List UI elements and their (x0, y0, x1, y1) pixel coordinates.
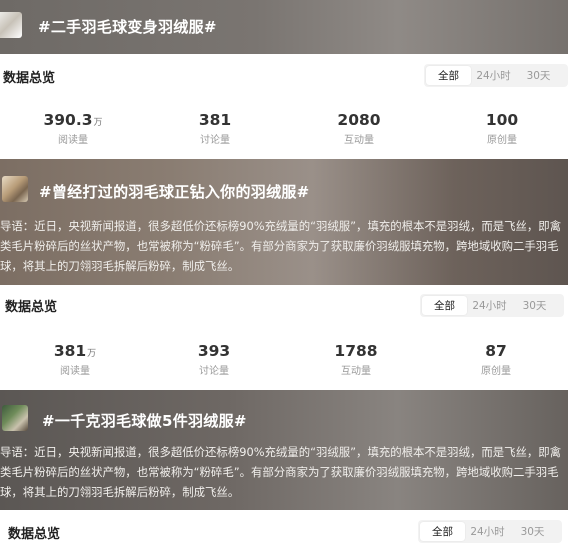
tab-24h[interactable]: 24小时 (465, 522, 510, 541)
topic-2-header: #曾经打过的羽毛球正钻入你的羽绒服# 导语：近日，央视新闻报道，很多超低价还标榜… (0, 159, 568, 285)
stat-value: 87 (485, 342, 507, 360)
topic-title[interactable]: #二手羽毛球变身羽绒服# (38, 16, 217, 37)
topic-thumbnail[interactable] (2, 176, 28, 202)
stat-label: 互动量 (341, 366, 371, 377)
topic-intro: 导语：近日，央视新闻报道，很多超低价还标榜90%充绒量的“羽绒服”，填充的根本不… (0, 442, 561, 502)
stat-originals: 87 原创量 (436, 342, 556, 377)
topic-title[interactable]: #曾经打过的羽毛球正钻入你的羽绒服# (39, 181, 310, 202)
stat-value: 1788 (334, 342, 378, 360)
stat-label: 原创量 (481, 366, 511, 377)
stat-label: 讨论量 (200, 135, 230, 146)
stat-label: 原创量 (487, 135, 517, 146)
stat-unit: 万 (87, 349, 97, 359)
stat-value: 381 (53, 342, 87, 360)
topic-3-header: #一千克羽毛球做5件羽绒服# 导语：近日，央视新闻报道，很多超低价还标榜90%充… (0, 390, 568, 510)
stat-interactions: 1788 互动量 (296, 342, 416, 377)
topic-title[interactable]: #一千克羽毛球做5件羽绒服# (42, 410, 247, 431)
stat-value: 390.3 (43, 111, 93, 129)
intro-line: 球，将其上的刀翎羽毛拆解后粉碎，制成飞丝。 (0, 259, 240, 273)
time-range-tabs: 全部 24小时 30天 (420, 294, 564, 317)
stats-overview-panel: 数据总览 全部 24小时 30天 390.3万 阅读量 381 讨论量 2080… (0, 54, 568, 159)
tab-24h[interactable]: 24小时 (471, 66, 516, 85)
stat-discussions: 393 讨论量 (154, 342, 274, 377)
time-range-tabs: 全部 24小时 30天 (424, 64, 568, 87)
stat-originals: 100 原创量 (442, 111, 562, 146)
intro-line: 导语：近日，央视新闻报道，很多超低价还标榜90%充绒量的“羽绒服”，填充的根本不… (0, 219, 562, 233)
tab-all[interactable]: 全部 (422, 296, 467, 315)
stat-value: 393 (197, 342, 231, 360)
topic-1-header: #二手羽毛球变身羽绒服# (0, 0, 568, 54)
stats-overview-title: 数据总览 (5, 300, 58, 315)
tab-30d[interactable]: 30天 (516, 66, 561, 85)
intro-line: 导语：近日，央视新闻报道，很多超低价还标榜90%充绒量的“羽绒服”，填充的根本不… (0, 445, 562, 459)
stat-reads: 390.3万 阅读量 (13, 111, 133, 146)
stat-unit: 万 (93, 118, 103, 128)
intro-line: 球，将其上的刀翎羽毛拆解后粉碎，制成飞丝。 (0, 485, 240, 499)
stat-interactions: 2080 互动量 (299, 111, 419, 146)
stat-label: 阅读量 (58, 135, 88, 146)
stats-overview-title: 数据总览 (3, 71, 56, 86)
stat-value: 381 (198, 111, 232, 129)
tab-30d[interactable]: 30天 (510, 522, 555, 541)
tab-all[interactable]: 全部 (426, 66, 471, 85)
tab-all[interactable]: 全部 (420, 522, 465, 541)
stat-value: 100 (485, 111, 519, 129)
intro-line: 类毛片粉碎后的丝状产物，也常被称为“粉碎毛”。有部分商家为了获取廉价羽绒服填充物… (0, 239, 559, 253)
tab-24h[interactable]: 24小时 (467, 296, 512, 315)
stat-label: 互动量 (344, 135, 374, 146)
stats-overview-title: 数据总览 (8, 527, 61, 542)
topic-intro: 导语：近日，央视新闻报道，很多超低价还标榜90%充绒量的“羽绒服”，填充的根本不… (0, 216, 561, 276)
tab-30d[interactable]: 30天 (512, 296, 557, 315)
topic-thumbnail[interactable] (2, 405, 28, 431)
stat-label: 讨论量 (199, 366, 229, 377)
stat-discussions: 381 讨论量 (155, 111, 275, 146)
stats-overview-panel: 数据总览 全部 24小时 30天 (0, 510, 568, 557)
stat-label: 阅读量 (60, 366, 90, 377)
stat-value: 2080 (337, 111, 381, 129)
time-range-tabs: 全部 24小时 30天 (418, 520, 562, 543)
intro-line: 类毛片粉碎后的丝状产物，也常被称为“粉碎毛”。有部分商家为了获取廉价羽绒服填充物… (0, 465, 559, 479)
stats-overview-panel: 数据总览 全部 24小时 30天 381万 阅读量 393 讨论量 1788 互… (0, 285, 568, 390)
topic-thumbnail[interactable] (0, 12, 22, 38)
stat-reads: 381万 阅读量 (15, 342, 135, 377)
